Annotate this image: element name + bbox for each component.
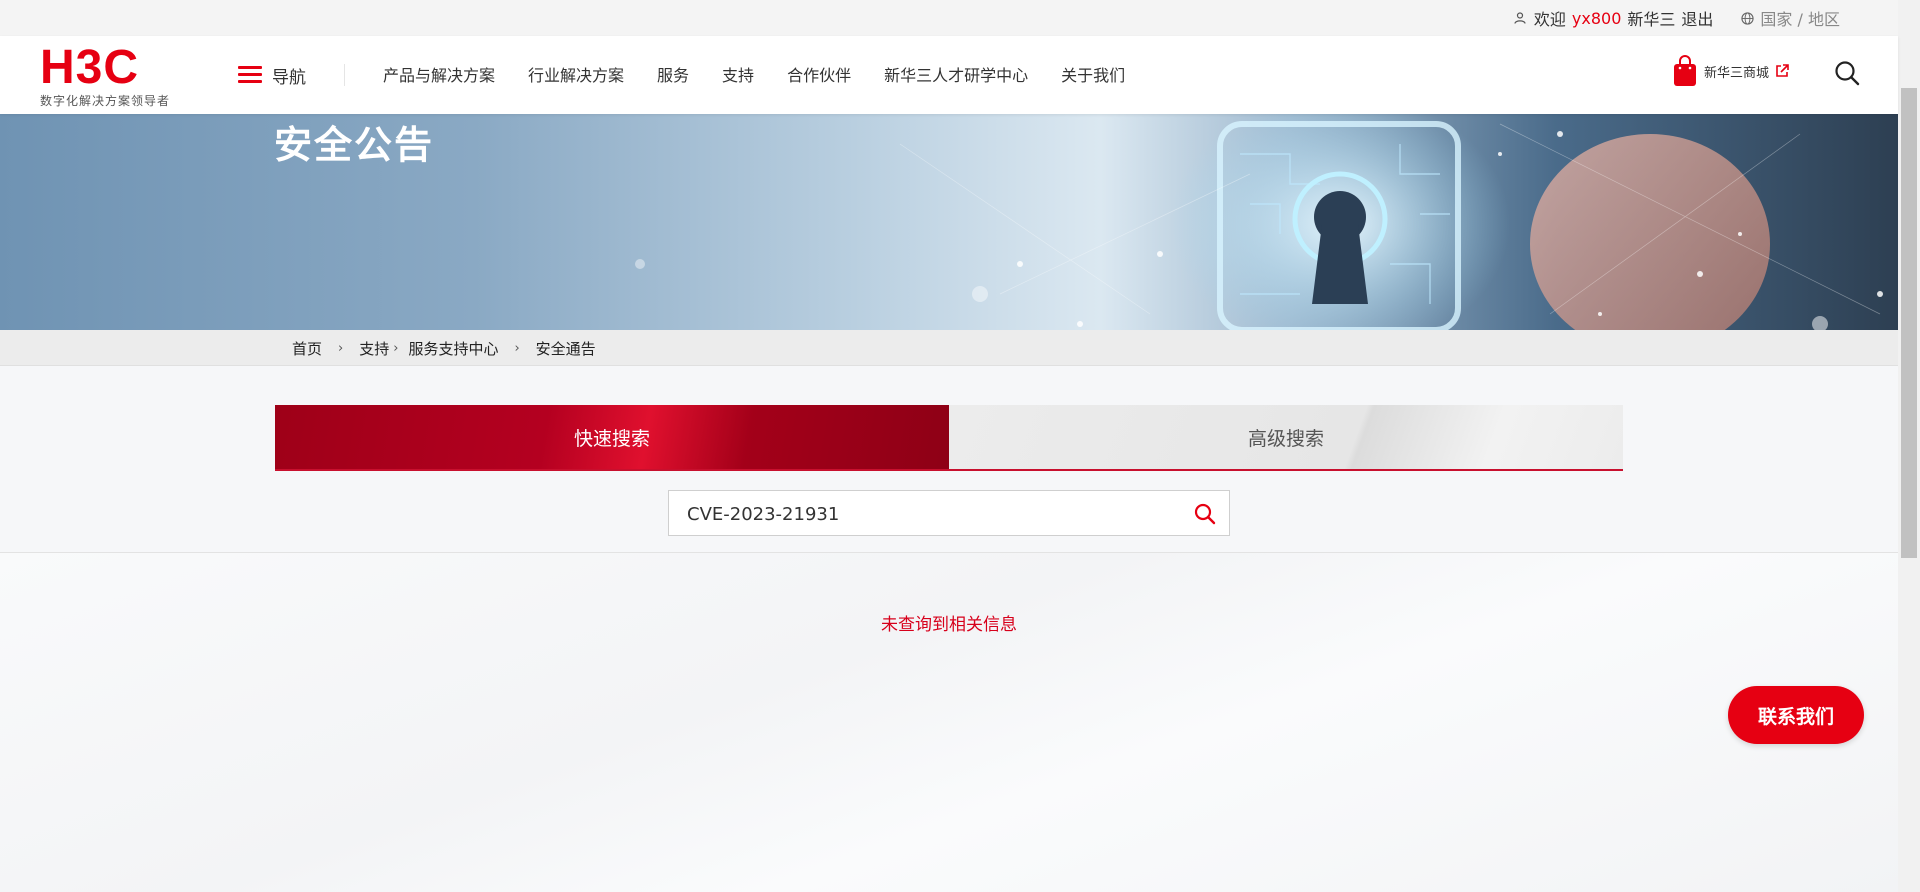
globe-icon	[1741, 11, 1755, 25]
top-utility-bar: 欢迎 yx800 新华三 退出 国家 / 地区	[0, 0, 1898, 37]
user-area: 欢迎 yx800 新华三 退出 国家 / 地区	[1514, 0, 1840, 36]
nav-item-products[interactable]: 产品与解决方案	[383, 62, 495, 86]
nav-item-about[interactable]: 关于我们	[1061, 62, 1125, 86]
nav-toggle-label: 导航	[272, 67, 306, 88]
breadcrumb-security-notice: 安全通告	[535, 340, 596, 358]
scrollbar-thumb[interactable]	[1901, 88, 1917, 558]
nav-divider	[344, 64, 345, 86]
region-selector[interactable]: 国家 / 地区	[1760, 6, 1840, 30]
breadcrumb-support[interactable]: 支持	[359, 338, 389, 359]
search-icon[interactable]	[1834, 60, 1860, 86]
username-link[interactable]: yx800	[1572, 9, 1621, 28]
nav-item-support[interactable]: 支持	[722, 62, 754, 86]
hero-banner: 安全公告	[0, 114, 1898, 330]
nav-toggle-button[interactable]: 导航	[238, 62, 306, 88]
breadcrumb: 首页 › 支持 › 服务支持中心 › 安全通告	[0, 330, 1898, 366]
menu-icon	[238, 66, 262, 84]
logout-link[interactable]: 退出	[1681, 6, 1713, 30]
page-title: 安全公告	[274, 123, 435, 167]
nav-item-service[interactable]: 服务	[657, 62, 689, 86]
results-area	[0, 553, 1898, 892]
contact-us-button[interactable]: 联系我们	[1728, 686, 1864, 744]
main-header: H3C 数字化解决方案领导者 导航 产品与解决方案 行业解决方案 服务 支持 合…	[0, 36, 1898, 114]
no-result-message: 未查询到相关信息	[881, 615, 1017, 635]
scrollbar[interactable]	[1898, 0, 1920, 892]
logo-tagline: 数字化解决方案领导者	[40, 94, 171, 108]
welcome-text: 欢迎	[1533, 10, 1566, 29]
search-input[interactable]	[685, 491, 1169, 537]
h3c-logo[interactable]: H3C 数字化解决方案领导者	[40, 41, 180, 109]
search-icon[interactable]	[1193, 502, 1217, 526]
nav-item-partners[interactable]: 合作伙伴	[787, 62, 851, 86]
user-icon	[1514, 12, 1526, 24]
breadcrumb-separator: ›	[393, 341, 399, 356]
external-link-icon	[1776, 64, 1789, 77]
main-nav: 产品与解决方案 行业解决方案 服务 支持 合作伙伴 新华三人才研学中心 关于我们	[383, 62, 1158, 86]
shop-label: 新华三商城	[1704, 65, 1770, 81]
nav-item-talent[interactable]: 新华三人才研学中心	[884, 62, 1028, 86]
search-box	[668, 490, 1230, 537]
breadcrumb-home[interactable]: 首页	[292, 338, 322, 359]
nav-item-industry[interactable]: 行业解决方案	[528, 62, 624, 86]
breadcrumb-service-center[interactable]: 服务支持中心	[408, 338, 498, 359]
breadcrumb-separator: ›	[338, 341, 344, 356]
company-text: 新华三	[1627, 10, 1676, 29]
shop-link[interactable]: 新华三商城	[1672, 54, 1789, 88]
logo-mark: H3C	[40, 41, 140, 94]
breadcrumb-separator: ›	[514, 341, 520, 356]
shopping-bag-icon	[1674, 55, 1696, 86]
tab-quick-search[interactable]: 快速搜索	[275, 405, 949, 469]
search-tabs: 快速搜索 高级搜索	[275, 405, 1623, 471]
tab-advanced-search[interactable]: 高级搜索	[949, 405, 1623, 469]
